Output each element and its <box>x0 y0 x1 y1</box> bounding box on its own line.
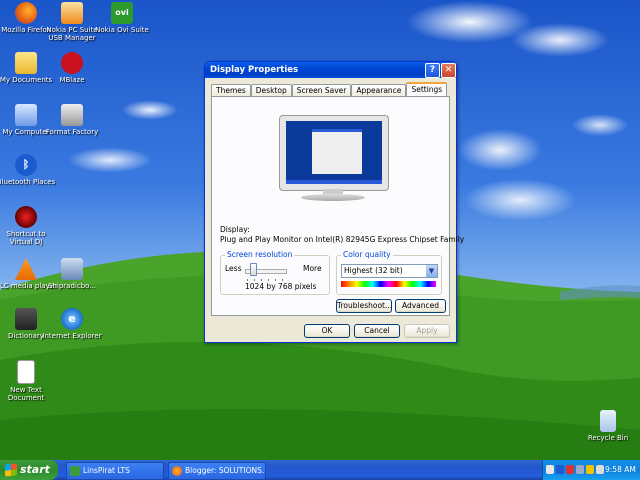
desktop-icon-label: MBlaze <box>59 76 85 84</box>
tray-app-icon[interactable] <box>566 465 574 474</box>
tab-strip: Themes Desktop Screen Saver Appearance S… <box>211 82 448 98</box>
preview-taskbar <box>286 180 382 184</box>
desktop-icon-recycle-bin[interactable]: Recycle Bin <box>576 410 640 442</box>
system-tray: 9:58 AM <box>542 460 640 480</box>
window-title: Display Properties <box>210 65 299 75</box>
desktop-icon-format-factory[interactable]: Format Factory <box>40 104 104 136</box>
desktop-icon-label: Recycle Bin <box>587 434 629 442</box>
resolution-value: 1024 by 768 pixels <box>245 282 317 291</box>
desktop-icon-label: Shortcut to Virtual DJ <box>6 230 46 246</box>
advanced-button[interactable]: Advanced <box>395 299 446 313</box>
tray-security-icon[interactable] <box>586 465 594 474</box>
screen-resolution-group: Screen resolution Less More 1024 by 768 … <box>220 250 330 295</box>
desktop-icon-shipradicbo[interactable]: Shipradicbo... <box>40 258 104 290</box>
internet-explorer-icon: e <box>61 308 83 330</box>
taskbar-button-blogger[interactable]: Blogger: SOLUTIONS.... <box>168 462 266 480</box>
ovi-icon: ovi <box>111 2 133 24</box>
color-quality-group: Color quality Highest (32 bit) ▼ <box>336 250 442 295</box>
dictionary-icon <box>15 308 37 330</box>
desktop-icon-virtual-dj[interactable]: Shortcut to Virtual DJ <box>0 206 58 246</box>
desktop-icon-new-text-document[interactable]: New Text Document <box>0 360 58 402</box>
taskbar-button-label: LinsPirat LTS <box>83 466 130 475</box>
firefox-icon <box>172 466 182 476</box>
ok-button[interactable]: OK <box>304 324 350 338</box>
desktop-icon-label: Nokia Ovi Suite <box>95 26 149 34</box>
monitor-base <box>301 194 365 201</box>
preview-window <box>312 129 362 174</box>
format-factory-icon <box>61 104 83 126</box>
desktop-icon-internet-explorer[interactable]: e Internet Explorer <box>40 308 104 340</box>
slider-tick <box>261 279 262 281</box>
display-value: Plug and Play Monitor on Intel(R) 82945G… <box>220 235 465 244</box>
troubleshoot-button[interactable]: Troubleshoot... <box>336 299 392 313</box>
color-quality-value: Highest (32 bit) <box>344 266 403 275</box>
slider-tick <box>275 279 276 281</box>
monitor-preview <box>279 115 389 201</box>
start-label: start <box>20 463 50 476</box>
desktop-icon-label: Shipradicbo... <box>48 282 96 290</box>
color-quality-title: Color quality <box>341 250 393 259</box>
taskbar: start LinsPirat LTS Blogger: SOLUTIONS..… <box>0 460 640 480</box>
slider-tick <box>247 279 248 281</box>
tray-bluetooth-icon[interactable] <box>556 465 564 474</box>
slider-tick <box>254 279 255 281</box>
resolution-slider-thumb[interactable] <box>250 263 257 276</box>
shortcut-app-icon <box>61 258 83 280</box>
monitor-icon <box>279 115 389 191</box>
desktop-icon-label: Format Factory <box>45 128 99 136</box>
usb-manager-icon <box>61 2 83 24</box>
mblaze-icon <box>61 52 83 74</box>
slider-tick <box>282 279 283 281</box>
clock[interactable]: 9:58 AM <box>605 460 636 480</box>
folder-icon <box>15 52 37 74</box>
display-label: Display: <box>220 225 250 234</box>
taskbar-button-linspirat[interactable]: LinsPirat LTS <box>66 462 164 480</box>
settings-panel: Display: Plug and Play Monitor on Intel(… <box>211 96 464 316</box>
tray-volume-icon[interactable] <box>596 465 604 474</box>
desktop-icon-label: Internet Explorer <box>42 332 102 340</box>
tray-safely-remove-icon[interactable] <box>576 465 584 474</box>
monitor-screen-preview <box>286 121 382 184</box>
recycle-bin-icon <box>600 410 616 432</box>
computer-icon <box>15 104 37 126</box>
bluetooth-icon: ᛒ <box>15 154 37 176</box>
desktop-icon-ovi-suite[interactable]: ovi Nokia Ovi Suite <box>90 2 154 34</box>
chevron-down-icon[interactable]: ▼ <box>426 265 437 277</box>
screen-resolution-title: Screen resolution <box>225 250 295 259</box>
color-quality-dropdown[interactable]: Highest (32 bit) ▼ <box>341 264 438 278</box>
tray-network-icon[interactable] <box>546 465 554 474</box>
resolution-more-label: More <box>303 264 322 273</box>
windows-logo-icon <box>5 463 17 477</box>
firefox-icon <box>15 2 37 24</box>
slider-tick <box>268 279 269 281</box>
apply-button[interactable]: Apply <box>404 324 450 338</box>
app-icon <box>70 466 80 476</box>
display-properties-window: Display Properties ? ✕ Themes Desktop Sc… <box>204 61 464 343</box>
text-document-icon <box>17 360 35 384</box>
cancel-button[interactable]: Cancel <box>354 324 400 338</box>
help-button[interactable]: ? <box>425 63 440 78</box>
desktop-icon-bluetooth[interactable]: ᛒ Bluetooth Places <box>0 154 58 186</box>
close-button[interactable]: ✕ <box>441 63 456 78</box>
resolution-less-label: Less <box>225 264 242 273</box>
desktop-icon-mblaze[interactable]: MBlaze <box>40 52 104 84</box>
virtual-dj-icon <box>15 206 37 228</box>
desktop-icon-label: New Text Document <box>7 386 45 402</box>
taskbar-button-label: Blogger: SOLUTIONS.... <box>185 466 266 475</box>
desktop-icon-label: Bluetooth Places <box>0 178 56 186</box>
color-spectrum-bar <box>341 281 436 287</box>
window-titlebar[interactable]: Display Properties ? ✕ <box>205 62 456 78</box>
start-button[interactable]: start <box>0 460 58 480</box>
vlc-cone-icon <box>15 258 37 280</box>
